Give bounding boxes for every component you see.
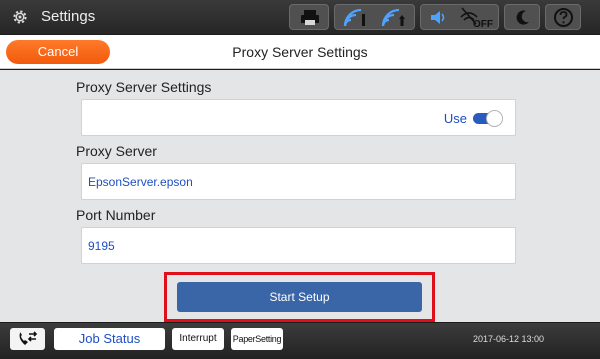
network-status-button[interactable] xyxy=(334,4,415,30)
printer-panel: Settings OFF Cancel Proxy Server Setting… xyxy=(0,0,600,359)
fax-call-button[interactable] xyxy=(10,328,45,350)
top-title: Settings xyxy=(41,8,96,25)
paper-setting-button[interactable]: PaperSetting xyxy=(231,328,283,350)
proxy-settings-label: Proxy Server Settings xyxy=(76,79,212,95)
proxy-server-label: Proxy Server xyxy=(76,143,157,159)
wifi-off-label: OFF xyxy=(473,19,493,29)
toggle-knob xyxy=(486,110,503,127)
use-toggle-switch[interactable] xyxy=(473,110,503,127)
port-number-label: Port Number xyxy=(76,207,156,223)
top-status-bar: Settings OFF xyxy=(0,0,600,34)
date-time: 2017-06-12 13:00 xyxy=(472,334,544,344)
bottom-bar: Job Status Interrupt PaperSetting 2017-0… xyxy=(0,323,600,359)
sleep-moon-icon xyxy=(516,10,529,25)
printer-icon xyxy=(301,10,319,25)
proxy-server-value: EpsonServer.epson xyxy=(88,175,193,189)
start-setup-button[interactable]: Start Setup xyxy=(177,282,422,312)
gear-icon xyxy=(13,10,27,24)
job-status-button[interactable]: Job Status xyxy=(54,328,165,350)
port-number-value: 9195 xyxy=(88,239,115,253)
page-title: Proxy Server Settings xyxy=(232,44,368,60)
settings-content: Proxy Server Settings Use Proxy Server E… xyxy=(0,70,600,322)
port-number-field[interactable]: 9195 xyxy=(81,227,516,264)
volume-icon xyxy=(431,11,445,24)
proxy-use-row[interactable]: Use xyxy=(81,99,516,136)
interrupt-button[interactable]: Interrupt xyxy=(172,328,224,350)
help-button[interactable] xyxy=(545,4,581,30)
help-icon xyxy=(554,8,573,27)
screen-header: Cancel Proxy Server Settings xyxy=(0,35,600,69)
proxy-server-field[interactable]: EpsonServer.epson xyxy=(81,163,516,200)
phone-transfer-icon xyxy=(19,331,38,345)
sleep-button[interactable] xyxy=(504,4,540,30)
sound-wireless-status-button[interactable]: OFF xyxy=(420,4,499,30)
printer-status-button[interactable] xyxy=(289,4,329,30)
wifi-direct-icon xyxy=(381,8,405,27)
wifi-off-icon: OFF xyxy=(460,7,493,29)
wifi-icon xyxy=(343,8,365,27)
use-toggle-label: Use xyxy=(443,111,467,126)
